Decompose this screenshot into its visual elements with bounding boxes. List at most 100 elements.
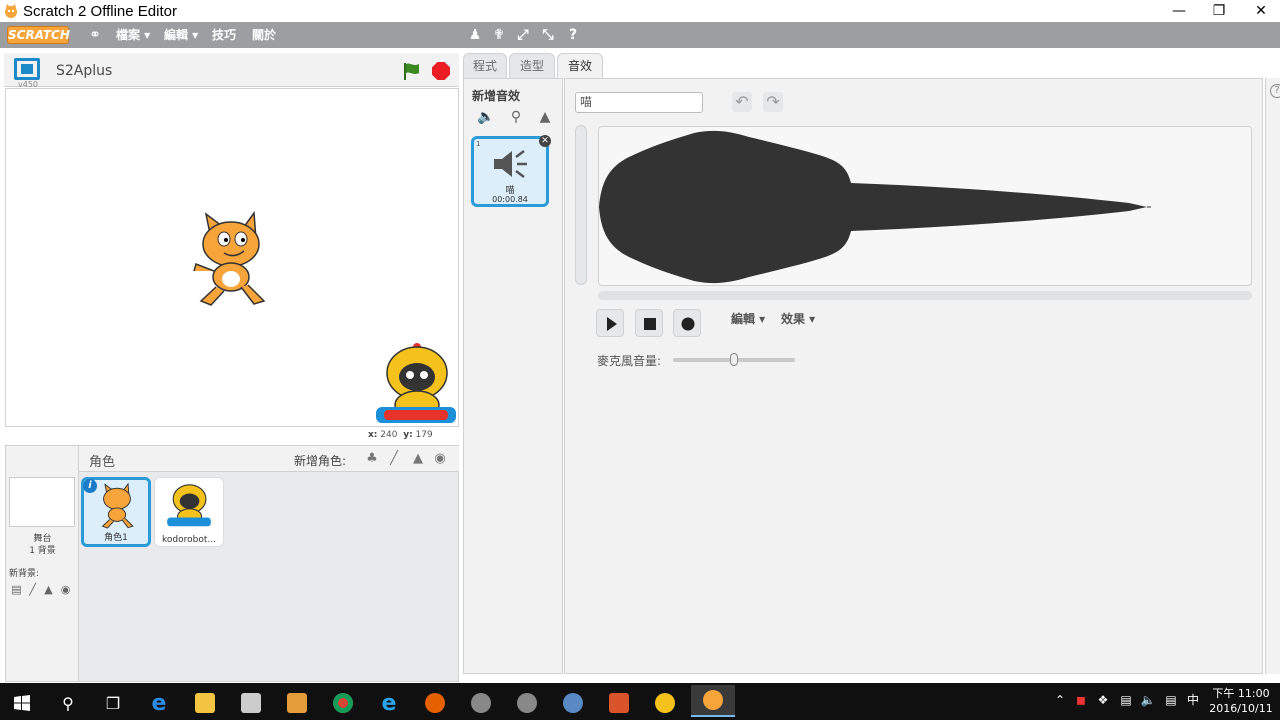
new-backdrop-label: 新背景: (9, 569, 40, 579)
tray-ime-indicator[interactable]: 中 (1185, 691, 1201, 709)
sound-library-icon[interactable]: 🔈 (476, 107, 496, 127)
restore-button[interactable]: ❐ (1196, 0, 1242, 22)
new-sound-label: 新增音效 (472, 89, 521, 103)
paint-backdrop-icon[interactable]: ╱ (25, 582, 40, 597)
vertical-scrollbar[interactable] (575, 125, 587, 285)
presentation-mode-icon[interactable] (14, 58, 40, 80)
record-button[interactable] (673, 309, 701, 337)
tab-sounds[interactable]: 音效 (557, 53, 603, 81)
sprite-name: kodorobot... (162, 535, 216, 545)
delete-cut-icon[interactable]: ✟ (490, 26, 508, 44)
sound-editor: 喵 ↶ ↷ 編輯 ▾ 效果 ▾ 麥克風音量: (564, 78, 1263, 674)
waveform-view[interactable] (598, 126, 1252, 286)
slider-knob[interactable] (730, 353, 738, 366)
backdrop-count: 1 背景 (29, 546, 56, 556)
close-button[interactable]: ✕ (1238, 0, 1280, 22)
media-app-icon[interactable] (275, 687, 319, 719)
cat-sprite-on-stage[interactable] (186, 209, 276, 309)
edge-browser-icon[interactable]: e (137, 687, 181, 719)
task-view-icon[interactable]: ❐ (91, 687, 135, 719)
kodorobot-thumbnail (167, 484, 211, 527)
sound-name-input[interactable]: 喵 (575, 92, 703, 113)
kodorobot-app-icon[interactable] (643, 687, 687, 719)
sound-index: 1 (476, 140, 481, 148)
menu-edit[interactable]: 編輯 ▾ (164, 26, 198, 44)
menu-file[interactable]: 檔案 ▾ (116, 26, 150, 44)
tray-volume-icon[interactable]: 🔈 (1140, 691, 1156, 709)
tab-costumes[interactable]: 造型 (509, 53, 555, 79)
sounds-list-pane: 新增音效 🔈 ⚲ ▲ 1 ✕ 喵 00:00.84 (463, 78, 563, 674)
sprite-list-header: 角色 新增角色: ♣ ╱ ▲ ◉ (79, 446, 459, 472)
stop-button[interactable] (635, 309, 663, 337)
play-button[interactable] (596, 309, 624, 337)
sprite-tile-cat[interactable]: i 角色1 (81, 477, 151, 547)
stop-sign-icon[interactable] (432, 62, 450, 80)
backdrop-library-icon[interactable]: ▤ (9, 582, 24, 597)
app-icon-3[interactable] (551, 687, 595, 719)
paint-sprite-icon[interactable]: ╱ (385, 450, 403, 468)
tray-notification-icon[interactable]: ▤ (1163, 691, 1179, 709)
redo-icon[interactable]: ↷ (763, 92, 783, 112)
menu-about[interactable]: 關於 (252, 26, 276, 44)
sprites-title: 角色 (89, 455, 116, 470)
sprite-tile-kodorobot[interactable]: kodorobot... (154, 477, 224, 547)
taskbar-clock[interactable]: 下午 11:00 2016/10/11 (1206, 686, 1276, 716)
tray-acrobat-icon[interactable]: ◼ (1073, 691, 1089, 709)
effects-menu[interactable]: 效果 ▾ (781, 310, 815, 327)
camera-backdrop-icon[interactable]: ◉ (58, 582, 73, 597)
scratch-app-icon[interactable] (691, 685, 735, 717)
duplicate-stamp-icon[interactable]: ♟ (466, 26, 484, 44)
waveform (599, 130, 1151, 284)
window-title: Scratch 2 Offline Editor (23, 2, 177, 20)
camera-sprite-icon[interactable]: ◉ (431, 450, 449, 468)
upload-sound-icon[interactable]: ▲ (535, 107, 555, 127)
help-sidebar[interactable]: ? (1265, 78, 1280, 674)
internet-explorer-icon[interactable]: e (367, 687, 411, 719)
sound-tile[interactable]: 1 ✕ 喵 00:00.84 (471, 135, 551, 207)
tab-scripts[interactable]: 程式 (463, 53, 507, 79)
windows-start-icon[interactable] (0, 687, 44, 719)
kodorobot-sprite-on-stage[interactable] (372, 341, 459, 427)
sprite-name: 角色1 (104, 533, 128, 543)
speaker-icon (494, 150, 527, 178)
app-icon-2[interactable] (505, 687, 549, 719)
chrome-icon[interactable] (321, 687, 365, 719)
edit-menu[interactable]: 編輯 ▾ (731, 310, 765, 327)
record-microphone-icon[interactable]: ⚲ (506, 107, 526, 127)
project-title[interactable]: S2Aplus (56, 63, 112, 79)
file-explorer-icon[interactable] (183, 687, 227, 719)
new-sprite-label: 新增角色: (294, 454, 347, 468)
tray-network-icon[interactable]: ▤ (1118, 691, 1134, 709)
stop-icon (644, 318, 656, 330)
language-globe-icon[interactable]: ⚭ (86, 26, 104, 44)
search-icon[interactable]: ⚲ (46, 687, 90, 719)
stage-thumbnail[interactable] (9, 477, 75, 527)
app-icon-4[interactable] (597, 687, 641, 719)
menu-tips[interactable]: 技巧 (212, 26, 236, 44)
tray-dropbox-icon[interactable]: ❖ (1095, 691, 1111, 709)
firefox-icon[interactable] (413, 687, 457, 719)
undo-icon[interactable]: ↶ (732, 92, 752, 112)
sprite-library-icon[interactable]: ♣ (363, 450, 381, 468)
shrink-icon[interactable]: ⤡ (539, 26, 557, 44)
upload-sprite-icon[interactable]: ▲ (409, 450, 427, 468)
clock-date: 2016/10/11 (1209, 702, 1273, 715)
upload-backdrop-icon[interactable]: ▲ (41, 582, 56, 597)
record-icon (681, 317, 695, 331)
scratch-logo[interactable]: SCRATCH (7, 26, 70, 44)
stage-canvas[interactable] (5, 88, 459, 427)
delete-sound-icon[interactable]: ✕ (539, 135, 551, 147)
sprite-library: 舞台 1 背景 新背景: ▤ ╱ ▲ ◉ 角色 新增角色: ♣ ╱ ▲ ◉ i … (5, 445, 459, 682)
help-question-icon[interactable]: ? (564, 26, 582, 44)
grow-icon[interactable]: ⤢ (514, 26, 532, 44)
stage-column: 舞台 1 背景 新背景: ▤ ╱ ▲ ◉ (6, 446, 79, 681)
mic-volume-slider[interactable] (673, 353, 795, 366)
app-icon-1[interactable] (459, 687, 503, 719)
help-icon[interactable]: ? (1270, 84, 1280, 98)
stage-header: v450 S2Aplus (4, 53, 459, 89)
store-icon[interactable] (229, 687, 273, 719)
tray-chevron-icon[interactable]: ⌃ (1052, 691, 1068, 709)
green-flag-icon[interactable] (402, 61, 422, 81)
mouse-coordinates: x: 240 y: 179 (368, 430, 433, 440)
horizontal-scrollbar[interactable] (598, 291, 1252, 300)
